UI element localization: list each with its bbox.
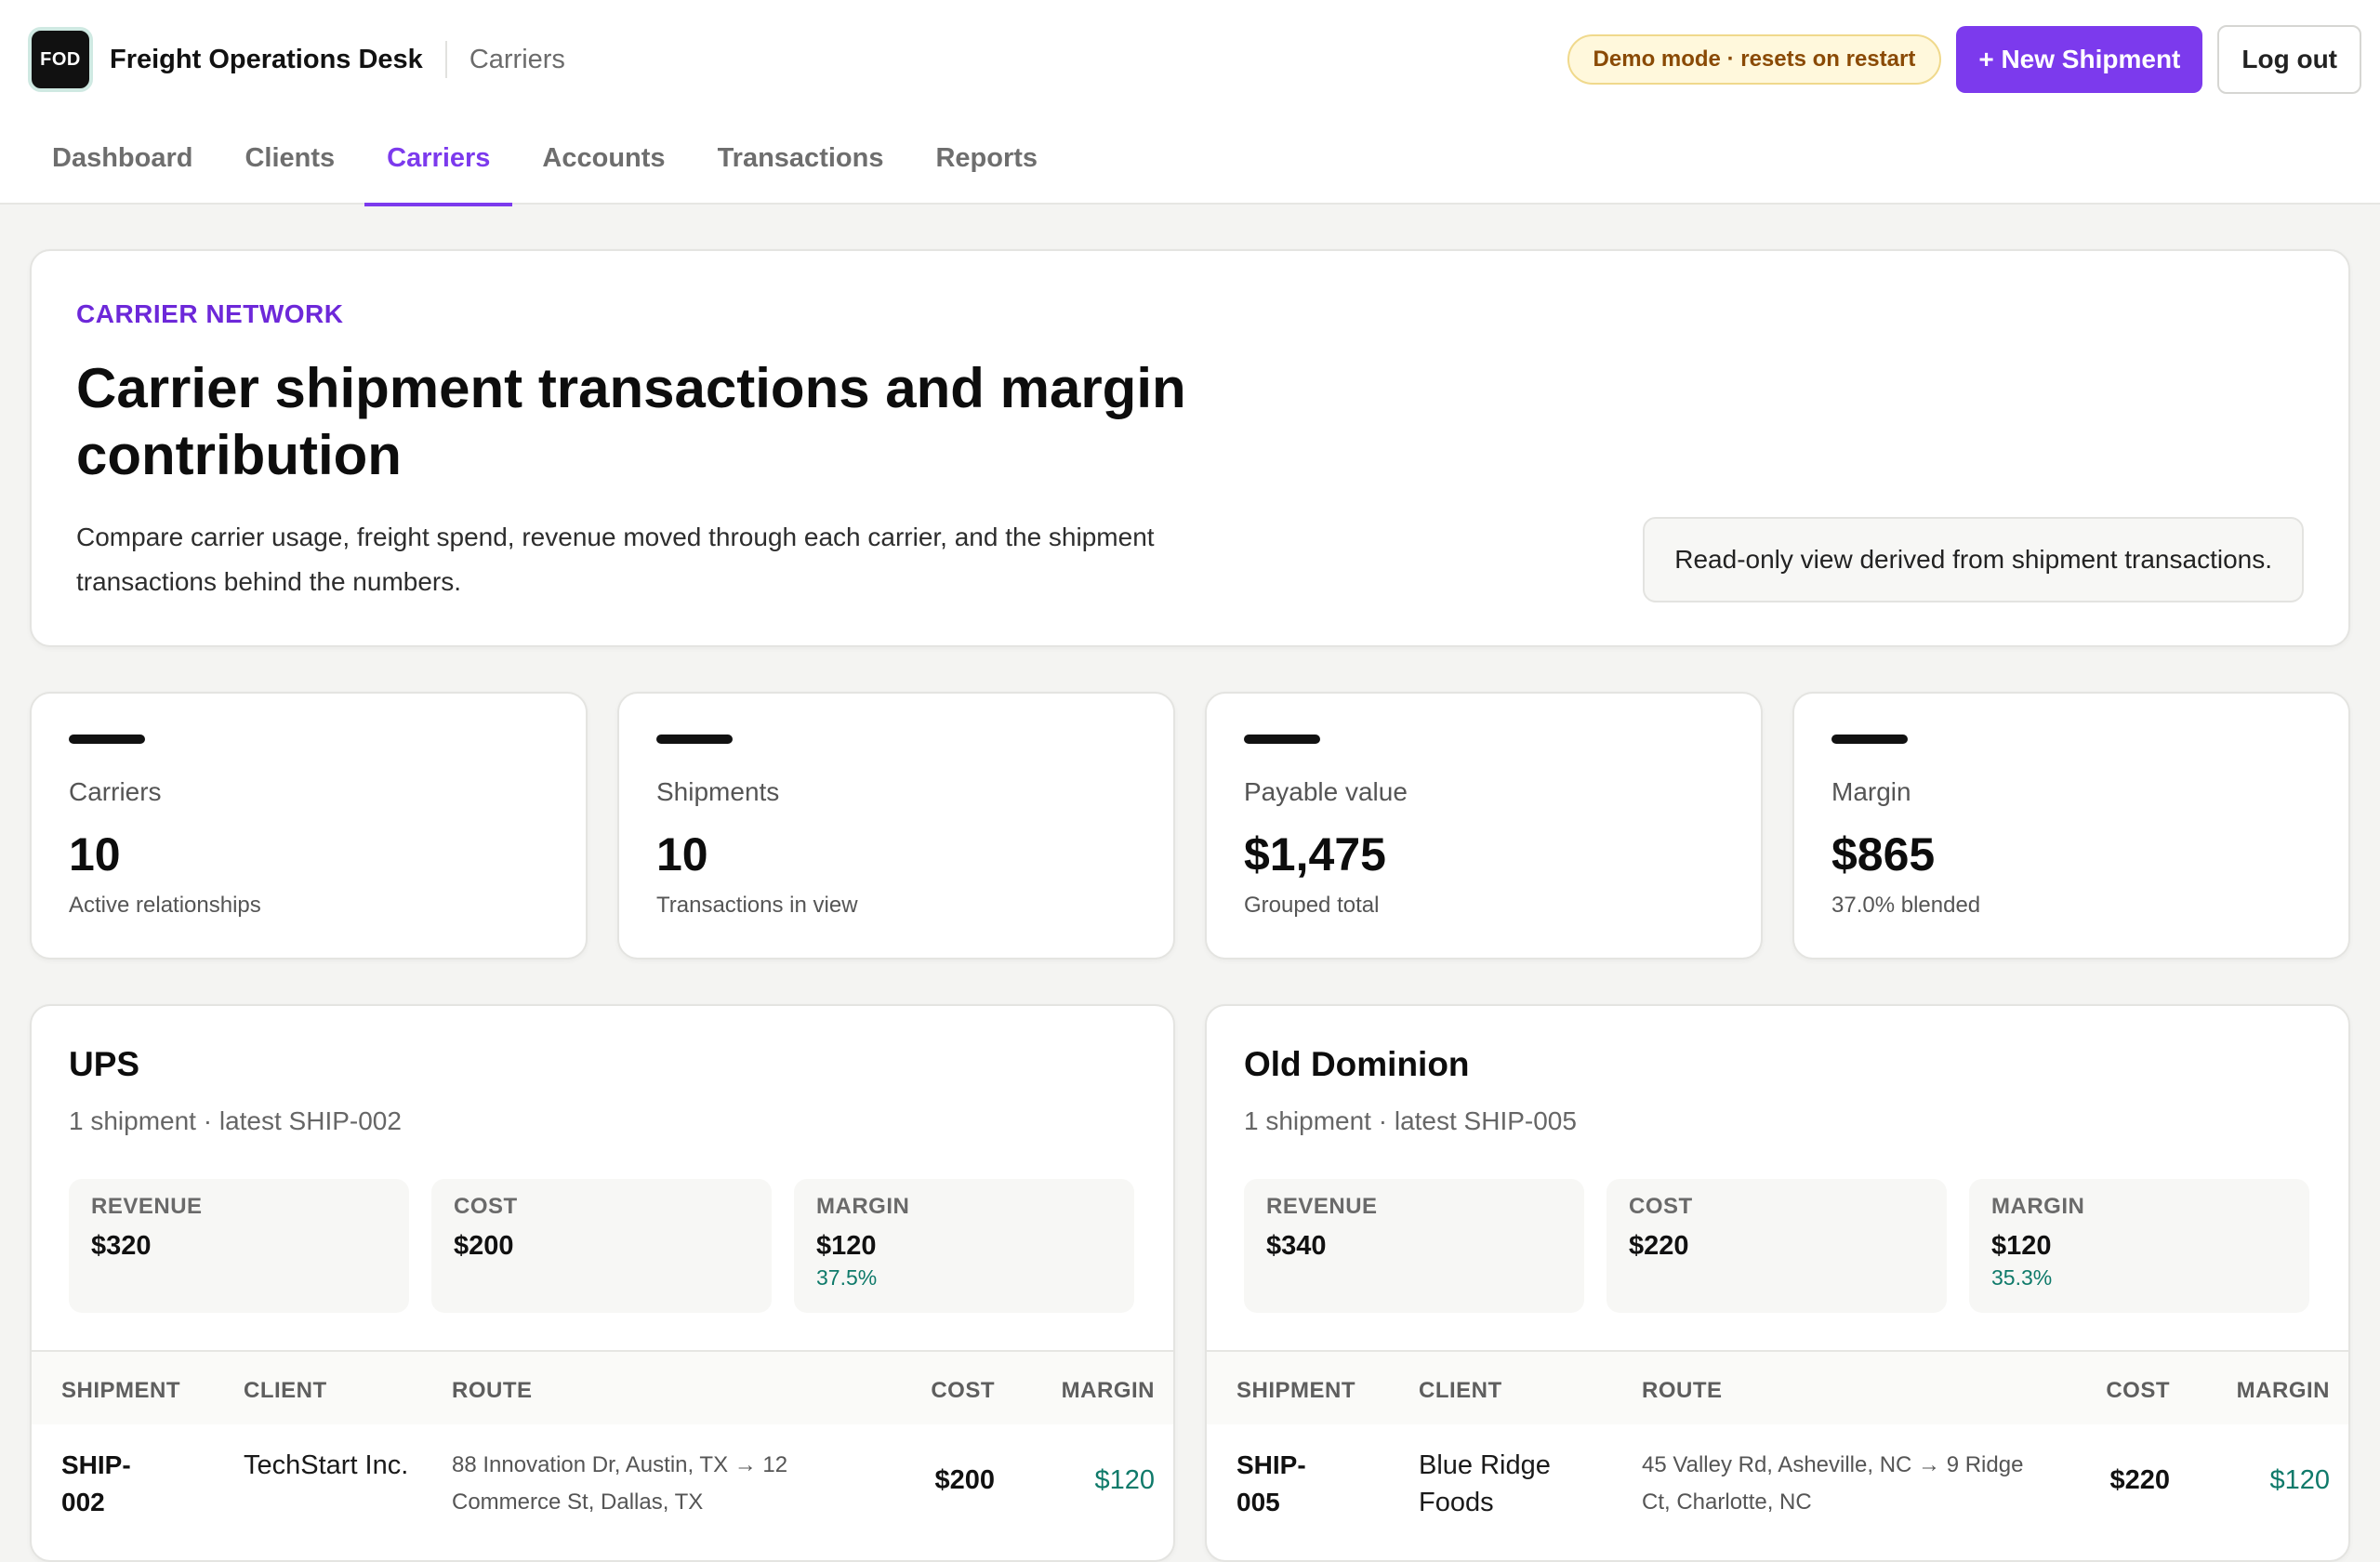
brand[interactable]: FOD Freight Operations Desk Carriers [28, 26, 565, 93]
metric-value: $200 [454, 1231, 514, 1261]
hero-card: CARRIER NETWORK Carrier shipment transac… [30, 249, 2350, 647]
metric-margin: MARGIN $120 37.5% [794, 1179, 1134, 1313]
col-cost[interactable]: COST [2106, 1378, 2170, 1404]
metric-value: $220 [1629, 1231, 1689, 1261]
stat-accent-bar [69, 735, 145, 744]
col-shipment[interactable]: SHIPMENT [61, 1378, 180, 1404]
row-margin: $120 [1094, 1465, 1155, 1495]
col-margin[interactable]: MARGIN [1062, 1378, 1155, 1404]
carrier-meta: 1 shipment · latest SHIP-005 [1244, 1106, 1577, 1135]
stat-accent-bar [656, 735, 733, 744]
route: 45 Valley Rd, Asheville, NC → 9 Ridge Ct… [1642, 1452, 2024, 1515]
client-name: Blue Ridge Foods [1419, 1450, 1551, 1517]
table-row[interactable]: SHIP-002 TechStart Inc. 88 Innovation Dr… [32, 1424, 1173, 1560]
carrier-name: UPS [69, 1045, 140, 1083]
page-description: Compare carrier usage, freight spend, re… [76, 523, 1155, 596]
tab-transactions[interactable]: Transactions [695, 126, 906, 205]
row-cost: $220 [2109, 1465, 2170, 1495]
metric-value: $340 [1266, 1231, 1327, 1261]
new-shipment-button[interactable]: + New Shipment [1956, 26, 2203, 93]
page-title: Carrier shipment transactions and margin… [76, 357, 1186, 486]
col-route[interactable]: ROUTE [452, 1378, 533, 1404]
stat-subtext: Active relationships [69, 893, 261, 918]
stat-label: Payable value [1244, 777, 1408, 806]
tab-dashboard[interactable]: Dashboard [30, 126, 215, 205]
stat-label: Margin [1831, 777, 1911, 806]
stat-card-shipments: Shipments 10 Transactions in view [617, 692, 1175, 960]
section-eyebrow: CARRIER NETWORK [76, 299, 344, 328]
metric-label: COST [454, 1194, 518, 1219]
stat-accent-bar [1244, 735, 1320, 744]
stat-label: Shipments [656, 777, 780, 806]
row-cost: $200 [934, 1465, 995, 1495]
stat-card-margin: Margin $865 37.0% blended [1792, 692, 2350, 960]
metric-value: $120 [816, 1231, 877, 1261]
stat-value: 10 [69, 828, 121, 880]
stat-value: 10 [656, 828, 708, 880]
carrier-panel-old-dominion: Old Dominion 1 shipment · latest SHIP-00… [1205, 1004, 2350, 1562]
app-name: Freight Operations Desk [110, 44, 423, 74]
stat-subtext: 37.0% blended [1831, 893, 1981, 918]
logout-button[interactable]: Log out [2217, 25, 2361, 94]
col-shipment[interactable]: SHIPMENT [1236, 1378, 1355, 1404]
col-route[interactable]: ROUTE [1642, 1378, 1723, 1404]
demo-mode-badge: Demo mode · resets on restart [1567, 34, 1942, 85]
metric-revenue: REVENUE $320 [69, 1179, 409, 1313]
table-header: SHIPMENT CLIENT ROUTE COST MARGIN [1207, 1350, 2348, 1424]
tab-carriers[interactable]: Carriers [364, 126, 513, 206]
col-margin[interactable]: MARGIN [2237, 1378, 2330, 1404]
metric-label: REVENUE [1266, 1194, 1378, 1219]
carrier-name: Old Dominion [1244, 1045, 1470, 1083]
main-nav: Dashboard Clients Carriers Accounts Tran… [30, 126, 1067, 206]
tab-reports[interactable]: Reports [913, 126, 1060, 205]
metric-cost: COST $200 [431, 1179, 772, 1313]
tab-clients[interactable]: Clients [222, 126, 357, 205]
route: 88 Innovation Dr, Austin, TX → 12 Commer… [452, 1452, 788, 1515]
row-margin: $120 [2269, 1465, 2330, 1495]
carrier-metrics: REVENUE $320 COST $200 MARGIN $120 37.5% [69, 1179, 1134, 1313]
breadcrumb: Carriers [469, 44, 565, 74]
header-divider [444, 41, 447, 78]
metric-label: REVENUE [91, 1194, 203, 1219]
metric-label: MARGIN [1991, 1194, 2085, 1219]
read-only-note: Read-only view derived from shipment tra… [1643, 517, 2304, 602]
metric-value: $320 [91, 1231, 152, 1261]
col-cost[interactable]: COST [931, 1378, 995, 1404]
metric-label: COST [1629, 1194, 1693, 1219]
metric-margin-percent: 35.3% [1991, 1265, 2053, 1290]
stat-value: $865 [1831, 828, 1936, 880]
col-client[interactable]: CLIENT [1419, 1378, 1502, 1404]
metric-label: MARGIN [816, 1194, 910, 1219]
metric-margin-percent: 37.5% [816, 1265, 878, 1290]
tab-accounts[interactable]: Accounts [520, 126, 687, 205]
carrier-metrics: REVENUE $340 COST $220 MARGIN $120 35.3% [1244, 1179, 2309, 1313]
metric-value: $120 [1991, 1231, 2052, 1261]
metric-revenue: REVENUE $340 [1244, 1179, 1584, 1313]
stat-card-carriers: Carriers 10 Active relationships [30, 692, 588, 960]
table-row[interactable]: SHIP-005 Blue Ridge Foods 45 Valley Rd, … [1207, 1424, 2348, 1560]
carrier-meta: 1 shipment · latest SHIP-002 [69, 1106, 402, 1135]
shipment-id[interactable]: SHIP-002 [61, 1447, 164, 1521]
stat-value: $1,475 [1244, 828, 1386, 880]
table-header: SHIPMENT CLIENT ROUTE COST MARGIN [32, 1350, 1173, 1424]
stat-subtext: Transactions in view [656, 893, 858, 918]
stat-subtext: Grouped total [1244, 893, 1380, 918]
metric-cost: COST $220 [1606, 1179, 1947, 1313]
header-actions: Demo mode · resets on restart + New Ship… [1567, 25, 2361, 94]
stat-accent-bar [1831, 735, 1908, 744]
stat-card-payable: Payable value $1,475 Grouped total [1205, 692, 1763, 960]
client-name: TechStart Inc. [244, 1450, 409, 1480]
top-bar: FOD Freight Operations Desk Carriers Dem… [0, 0, 2380, 206]
stat-label: Carriers [69, 777, 162, 806]
carrier-panel-ups: UPS 1 shipment · latest SHIP-002 REVENUE… [30, 1004, 1175, 1562]
metric-margin: MARGIN $120 35.3% [1969, 1179, 2309, 1313]
app-logo: FOD [28, 27, 93, 92]
col-client[interactable]: CLIENT [244, 1378, 327, 1404]
shipment-id[interactable]: SHIP-005 [1236, 1447, 1339, 1521]
